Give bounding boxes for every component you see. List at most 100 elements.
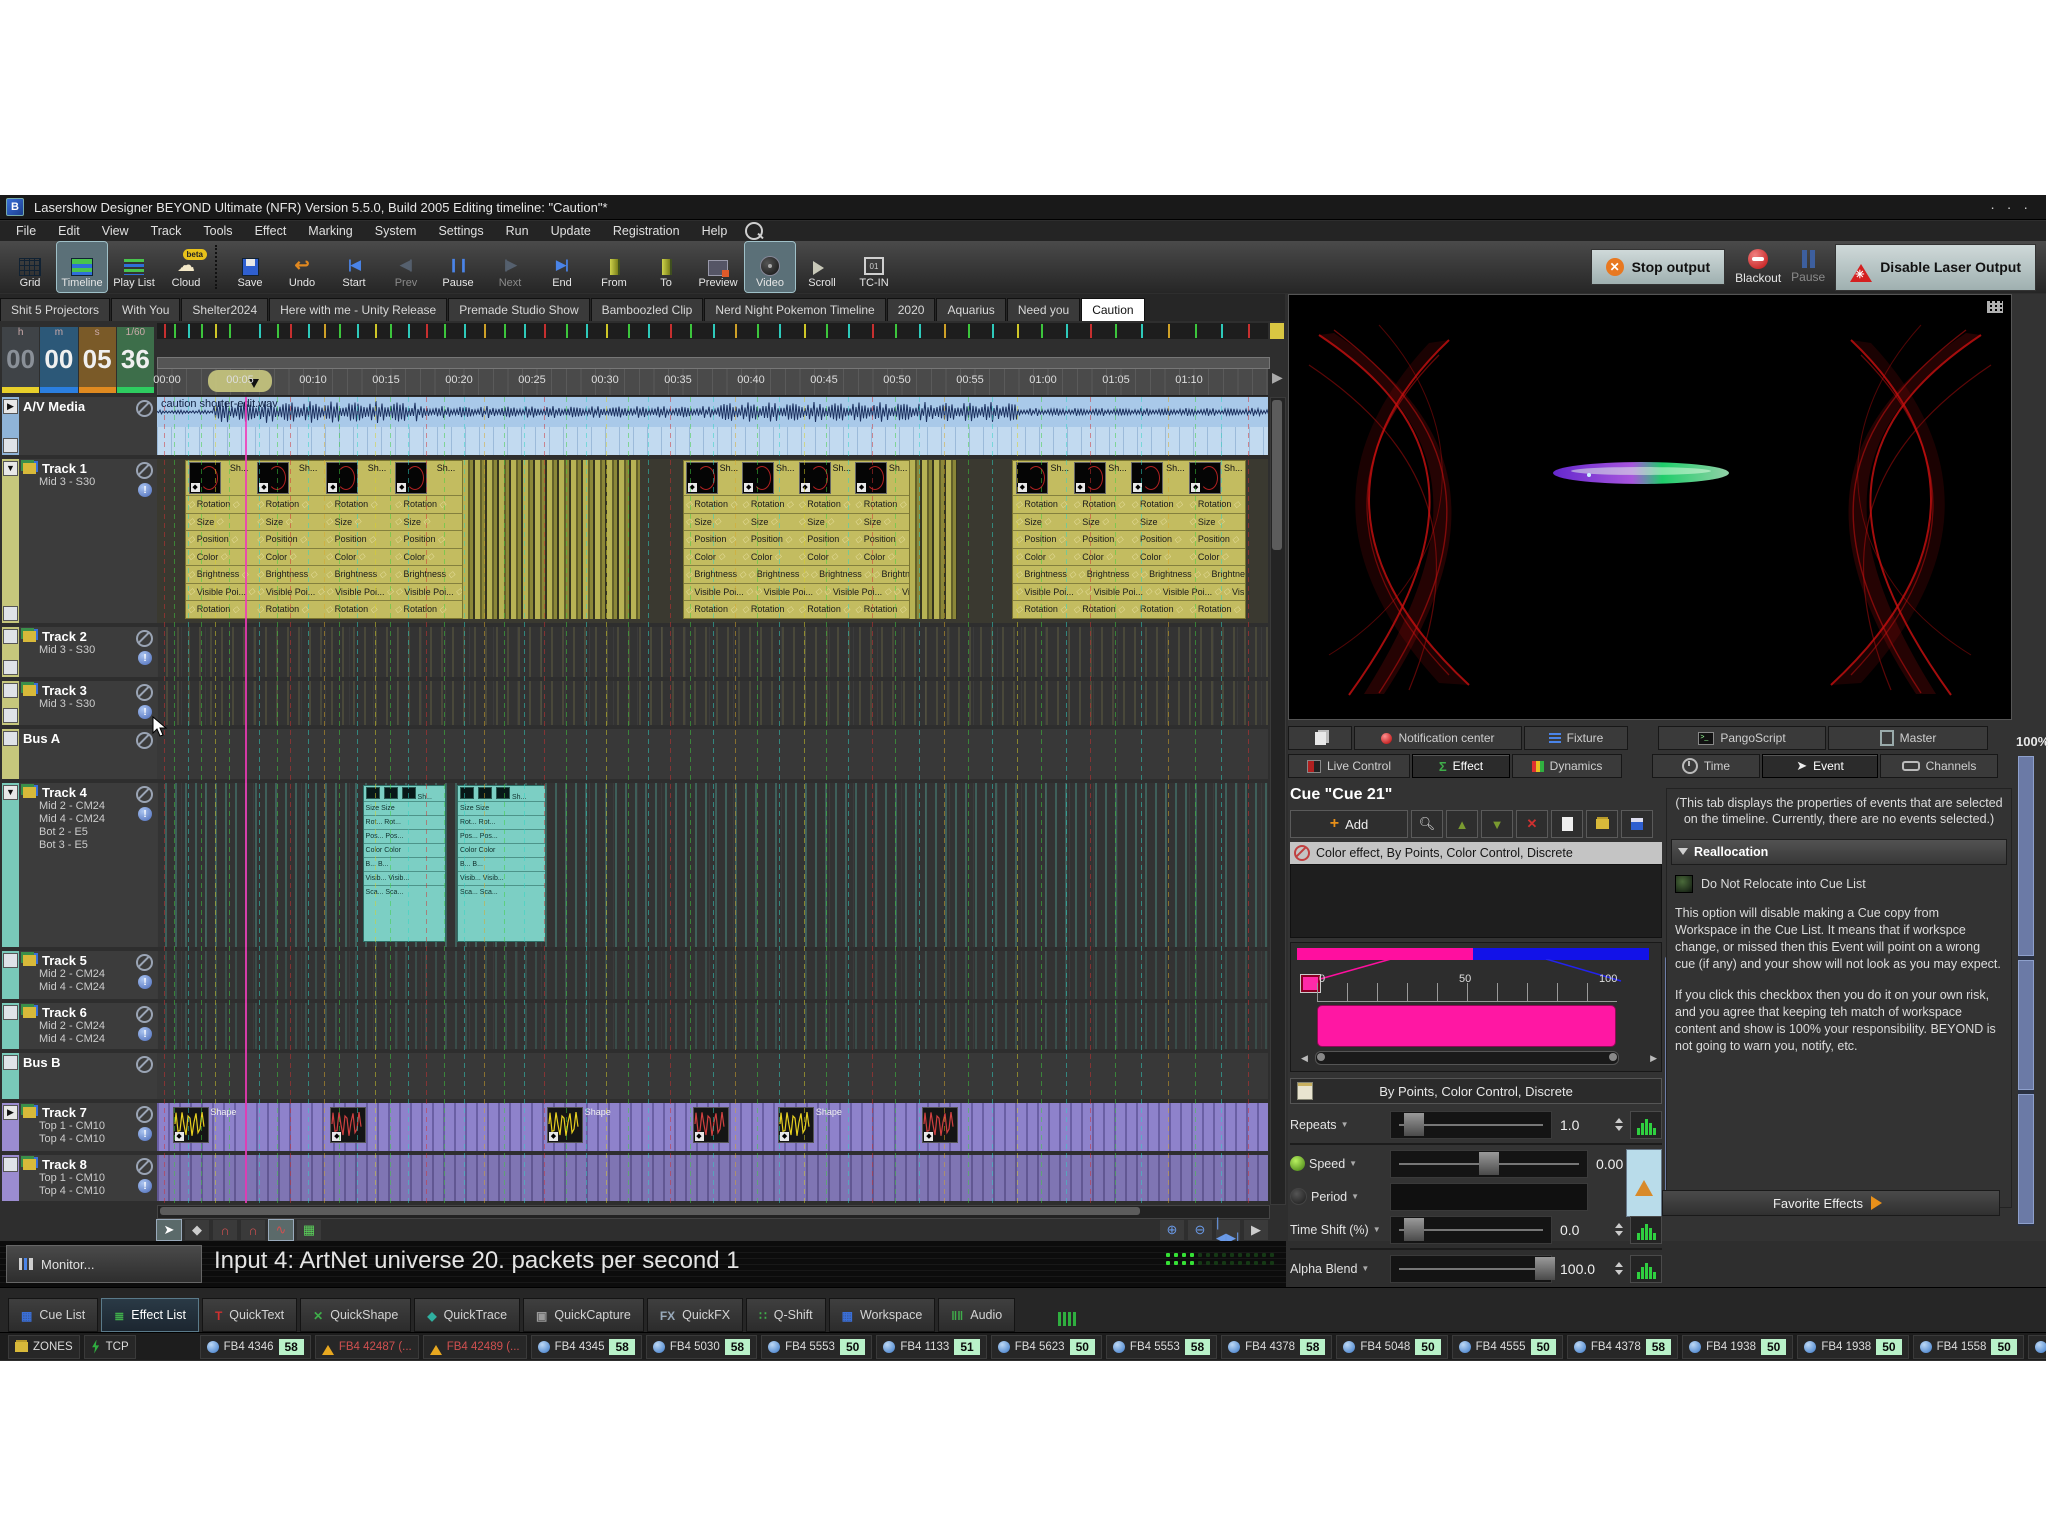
- menu-effect[interactable]: Effect: [245, 222, 297, 240]
- slider-thumb[interactable]: [1479, 1152, 1499, 1175]
- alert-icon[interactable]: !: [138, 651, 152, 665]
- value-spinner[interactable]: [1612, 1219, 1626, 1240]
- track-header[interactable]: Track 8Top 1 - CM10Top 4 - CM10!: [2, 1155, 157, 1201]
- clip-thumbnail[interactable]: ◆: [1074, 462, 1106, 494]
- status-device[interactable]: FB4 434658: [200, 1335, 311, 1359]
- timeline-tab-bamboozled-clip[interactable]: Bamboozled Clip: [591, 298, 704, 321]
- reallocation-header[interactable]: Reallocation: [1671, 839, 2007, 865]
- gradient-color-bar[interactable]: [1317, 1005, 1616, 1047]
- checkbox[interactable]: [1675, 875, 1693, 893]
- clip-stripe-zone[interactable]: [463, 460, 641, 619]
- control-slider[interactable]: [1390, 1111, 1552, 1139]
- alert-icon[interactable]: !: [138, 807, 152, 821]
- mute-icon[interactable]: [136, 630, 153, 647]
- status-zones[interactable]: ZONES: [8, 1335, 80, 1359]
- track-lane[interactable]: Sh...Size SizeRot... Rot...Pos... Pos...…: [157, 783, 1268, 947]
- control-label[interactable]: Period▼: [1290, 1188, 1390, 1205]
- toolbar-grid-button[interactable]: Grid: [5, 242, 55, 292]
- menu-update[interactable]: Update: [541, 222, 601, 240]
- slider-thumb[interactable]: [1404, 1113, 1424, 1136]
- track-toggle-box[interactable]: [3, 438, 18, 453]
- track-lane[interactable]: caution shorter-edit.wav: [157, 397, 1268, 455]
- modulation-button[interactable]: [1630, 1255, 1662, 1283]
- effect-clip-group[interactable]: ◆Sh...◆Sh...◆Sh...◆Sh...◇Rotation◇◇Rotat…: [185, 460, 463, 619]
- track-lane[interactable]: [157, 729, 1268, 779]
- track-header[interactable]: Bus B: [2, 1053, 157, 1099]
- vscroll-thumb-3[interactable]: [2018, 1094, 2034, 1224]
- timeline-horizontal-scrollbar[interactable]: [157, 1205, 1270, 1219]
- bottom-tab-cue-list[interactable]: ▦Cue List: [8, 1298, 98, 1332]
- timeline-tab-shit-5-projectors[interactable]: Shit 5 Projectors: [0, 298, 110, 321]
- search-button[interactable]: 🔍︎: [1411, 810, 1443, 838]
- timeline-next-button[interactable]: ▶: [1244, 1220, 1268, 1240]
- slider-thumb[interactable]: [1404, 1218, 1424, 1241]
- timeline-tab-aquarius[interactable]: Aquarius: [936, 298, 1005, 321]
- vscroll-thumb-2[interactable]: [2018, 960, 2034, 1090]
- menu-settings[interactable]: Settings: [428, 222, 493, 240]
- track-toggle-box[interactable]: [3, 660, 18, 675]
- timeline-tool-brush[interactable]: ◆: [185, 1220, 209, 1240]
- track-lane[interactable]: [157, 681, 1268, 725]
- status-device[interactable]: FB4 155850: [1913, 1335, 2024, 1359]
- control-label[interactable]: Repeats▼: [1290, 1118, 1390, 1132]
- toolbar-video-button[interactable]: Video: [745, 242, 795, 292]
- status-device[interactable]: FB4 42489 (...: [423, 1335, 527, 1359]
- toolbar-pause-button[interactable]: ❙❙Pause: [433, 242, 483, 292]
- effect-type-label-row[interactable]: By Points, Color Control, Discrete: [1290, 1078, 1662, 1104]
- status-device[interactable]: FB4 555358: [1106, 1335, 1217, 1359]
- favorites-eq-icon[interactable]: [1058, 1312, 1076, 1326]
- track-header[interactable]: Bus A: [2, 729, 157, 779]
- menu-view[interactable]: View: [92, 222, 139, 240]
- timeline-tab-shelter2024[interactable]: Shelter2024: [181, 298, 268, 321]
- bottom-tab-quickshape[interactable]: ✕QuickShape: [300, 1298, 411, 1332]
- timeline-tab-need-you[interactable]: Need you: [1007, 298, 1080, 321]
- clip-thumbnail[interactable]: ◆: [1189, 462, 1221, 494]
- control-value[interactable]: 100.0: [1552, 1261, 1612, 1277]
- status-device[interactable]: FB4 437858: [1221, 1335, 1332, 1359]
- shape-wave-clip[interactable]: ◆: [330, 1107, 366, 1143]
- status-device[interactable]: FB4 42487 (...: [315, 1335, 419, 1359]
- shape-wave-clip[interactable]: ◆: [547, 1107, 583, 1143]
- menu-run[interactable]: Run: [496, 222, 539, 240]
- timeline-tab-caution[interactable]: Caution: [1081, 298, 1144, 321]
- mute-icon[interactable]: [136, 1158, 153, 1175]
- event-list-item-selected[interactable]: Color effect, By Points, Color Control, …: [1290, 842, 1662, 864]
- control-slider[interactable]: [1390, 1255, 1552, 1283]
- value-spinner[interactable]: [1612, 1258, 1626, 1279]
- spinner-down-icon[interactable]: [1615, 1126, 1623, 1135]
- timeline-tool-grid-color[interactable]: ▦: [297, 1220, 321, 1240]
- clip-thumbnail[interactable]: ◆: [799, 462, 831, 494]
- timeline-zoom-out-button[interactable]: ⊖: [1188, 1220, 1212, 1240]
- mute-icon[interactable]: [136, 1006, 153, 1023]
- track-toggle-box[interactable]: [3, 953, 18, 968]
- add-event-button[interactable]: +Add: [1290, 810, 1408, 838]
- control-label[interactable]: Speed▼: [1290, 1156, 1390, 1171]
- timeline-tab-2020[interactable]: 2020: [887, 298, 936, 321]
- menu-search-icon[interactable]: [745, 222, 763, 240]
- preview-grid-icon[interactable]: [1987, 301, 2003, 313]
- tab-master[interactable]: Master: [1828, 726, 1988, 750]
- bottom-tab-q-shift[interactable]: ∷Q-Shift: [746, 1298, 826, 1332]
- track-header[interactable]: ▶Track 7Top 1 - CM10Top 4 - CM10!: [2, 1103, 157, 1151]
- track-toggle-box[interactable]: [3, 629, 18, 644]
- menu-help[interactable]: Help: [692, 222, 738, 240]
- move-up-button[interactable]: ▲: [1446, 810, 1478, 838]
- timeline-tab-nerd-night-pokemon-timeline[interactable]: Nerd Night Pokemon Timeline: [704, 298, 885, 321]
- track-header[interactable]: Track 5Mid 2 - CM24Mid 4 - CM24!: [2, 951, 157, 999]
- favorite-effects-bar[interactable]: Favorite Effects: [1662, 1190, 2000, 1216]
- alert-icon[interactable]: !: [138, 705, 152, 719]
- track-lane[interactable]: ◆Shape◆◆Shape◆◆Shape◆: [157, 1103, 1268, 1151]
- timeline-tab-premade-studio-show[interactable]: Premade Studio Show: [448, 298, 589, 321]
- status-device[interactable]: FB4 193850: [1797, 1335, 1908, 1359]
- toolbar-preview-button[interactable]: Preview: [693, 242, 743, 292]
- track-toggle-play[interactable]: ▶: [3, 399, 18, 414]
- track-header[interactable]: Track 2Mid 3 - S30!: [2, 627, 157, 677]
- vscroll-thumb-1[interactable]: [2018, 756, 2034, 956]
- track-toggle-down[interactable]: ▼: [3, 461, 18, 476]
- timeline-hscroll-thumb[interactable]: [160, 1207, 1140, 1215]
- time-ruler[interactable]: 00:0000:0500:1000:1500:2000:2500:3000:35…: [157, 369, 1268, 396]
- menu-edit[interactable]: Edit: [48, 222, 90, 240]
- ruler-scrollbar[interactable]: [157, 357, 1270, 369]
- alert-icon[interactable]: !: [138, 975, 152, 989]
- bottom-tab-quickcapture[interactable]: ▣QuickCapture: [523, 1298, 644, 1332]
